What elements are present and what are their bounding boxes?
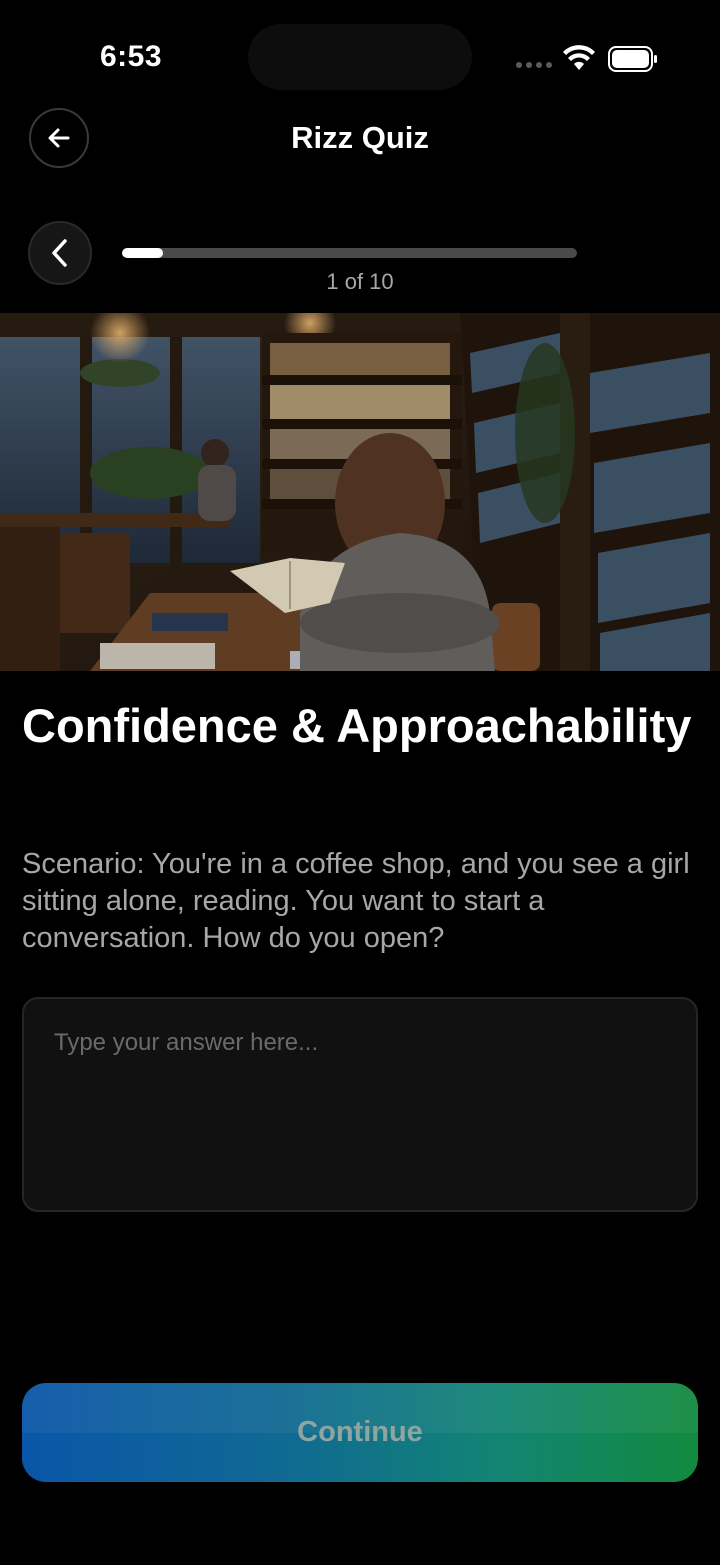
- question-scenario-text: Scenario: You're in a coffee shop, and y…: [22, 848, 690, 954]
- answer-field-container: [22, 997, 698, 1212]
- question-title: Confidence & Approachability: [22, 699, 692, 752]
- status-bar: 6:53: [0, 0, 720, 110]
- progress-bar-fill: [122, 248, 163, 258]
- wifi-icon: [563, 45, 595, 70]
- progress-section: 1 of 10: [0, 221, 720, 301]
- progress-label: 1 of 10: [326, 269, 394, 294]
- progress-bar: [122, 248, 577, 258]
- continue-button-label: Continue: [297, 1416, 423, 1448]
- scenario-image: [0, 313, 720, 671]
- status-time: 6:53: [100, 40, 163, 73]
- chevron-left-icon: [52, 239, 67, 267]
- continue-button[interactable]: Continue: [22, 1383, 698, 1482]
- answer-input[interactable]: [54, 1029, 666, 1180]
- coffee-shop-illustration: [0, 313, 720, 671]
- header: Rizz Quiz: [0, 108, 720, 168]
- battery-icon: [608, 46, 657, 72]
- dynamic-island: [248, 24, 472, 90]
- page-title: Rizz Quiz: [291, 120, 429, 155]
- cellular-signal-icon: [516, 62, 552, 68]
